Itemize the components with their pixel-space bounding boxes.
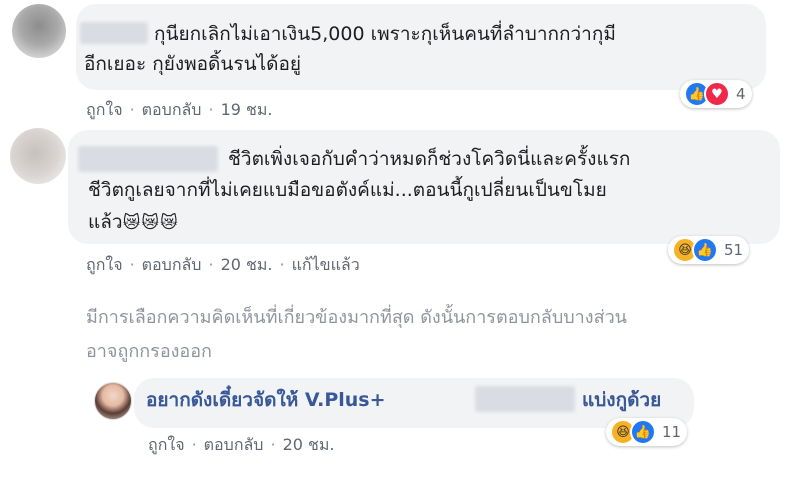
comment-actions: ถูกใจ · ตอบกลับ · 19 ชม. — [86, 98, 273, 123]
timestamp[interactable]: 20 ชม. — [283, 433, 335, 458]
reply-link[interactable]: ตอบกลับ — [142, 98, 202, 123]
reaction-summary[interactable]: 😆 👍 11 — [606, 418, 688, 446]
reply-link[interactable]: ตอบกลับ — [142, 253, 202, 278]
blurred-username[interactable] — [475, 386, 575, 412]
like-link[interactable]: ถูกใจ — [148, 433, 185, 458]
separator-dot: · — [208, 255, 214, 274]
comment-text-line: ชีวิตเพิ่งเจอกับคำว่าหมดก็ช่วงโควิดนี่แล… — [228, 148, 631, 170]
comment-text-line: กุนียกเลิกไม่เอาเงิน5,000 เพราะกุเห็นคนท… — [154, 23, 616, 45]
reply-actions: ถูกใจ · ตอบกลับ · 20 ชม. — [148, 433, 335, 458]
like-icon: 👍 — [630, 419, 656, 445]
reaction-count: 4 — [736, 85, 746, 103]
reply-text-tail: แบ่งกูด้วย — [582, 389, 662, 411]
comment-text-line: อีกเยอะ กุยังพอดิ้นรนได้อยู่ — [84, 53, 302, 75]
timestamp[interactable]: 19 ชม. — [221, 98, 273, 123]
comment-actions: ถูกใจ · ตอบกลับ · 20 ชม. · แก้ไขแล้ว — [86, 253, 360, 278]
separator-dot: · — [270, 435, 276, 454]
love-icon: ♥ — [704, 81, 730, 107]
separator-dot: · — [129, 255, 135, 274]
separator-dot: · — [279, 255, 285, 274]
commenter-avatar[interactable] — [12, 4, 66, 58]
like-link[interactable]: ถูกใจ — [86, 98, 123, 123]
reply-avatar[interactable] — [94, 382, 132, 420]
reply-text-head[interactable]: อยากดังเดี๋ยวจัดให้ V.Plus+ — [146, 386, 386, 414]
filter-notice-line: อาจถูกกรองออก — [86, 341, 212, 362]
comment-text-line: แล้ว😿😿😿 — [88, 207, 179, 239]
filter-notice-line: มีการเลือกความคิดเห็นที่เกี่ยวข้องมากที่… — [86, 307, 627, 328]
like-link[interactable]: ถูกใจ — [86, 253, 123, 278]
like-icon: 👍 — [692, 237, 718, 263]
crying-cat-emoji: 😿😿😿 — [122, 213, 179, 233]
separator-dot: · — [208, 100, 214, 119]
commenter-avatar[interactable] — [10, 128, 66, 184]
reaction-summary[interactable]: 😆 👍 51 — [668, 236, 750, 264]
reaction-summary[interactable]: 👍 ♥ 4 — [680, 80, 752, 108]
blurred-username[interactable] — [78, 146, 218, 172]
comment-text-line: ชีวิตกูเลยจากที่ไม่เคยแบมือขอตังค์แม่...… — [88, 179, 607, 201]
separator-dot: · — [129, 100, 135, 119]
reaction-count: 11 — [662, 423, 682, 441]
separator-dot: · — [191, 435, 197, 454]
edited-label[interactable]: แก้ไขแล้ว — [292, 253, 360, 278]
reply-link[interactable]: ตอบกลับ — [204, 433, 264, 458]
blurred-username[interactable] — [80, 22, 148, 44]
comment-text-word: แล้ว — [88, 211, 123, 233]
reaction-count: 51 — [724, 241, 744, 259]
timestamp[interactable]: 20 ชม. — [221, 253, 273, 278]
